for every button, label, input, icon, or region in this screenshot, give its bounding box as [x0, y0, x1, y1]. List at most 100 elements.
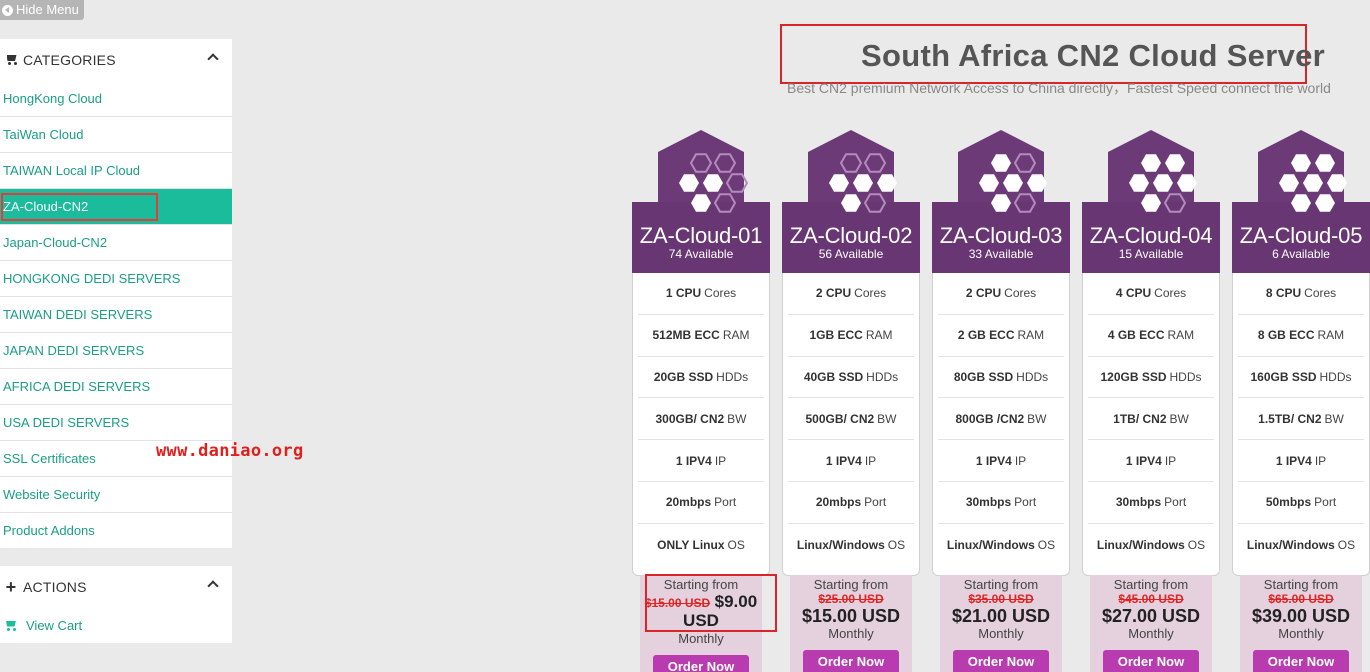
feature-unit: Port: [1314, 495, 1337, 510]
order-now-button[interactable]: Order Now: [1253, 650, 1349, 672]
feature-value: 1TB/ CN2: [1113, 411, 1167, 426]
plan-name: ZA-Cloud-02: [789, 223, 913, 248]
feature-value: Linux/Windows: [1096, 537, 1185, 552]
feature-unit: HDDs: [1319, 369, 1352, 384]
plan-card: ZA-Cloud-05 6 Available 8 CPU Cores 8 GB ECC…: [1232, 130, 1370, 576]
sidebar-item-taiwan-local-ip-cloud[interactable]: TAIWAN Local IP Cloud: [0, 152, 232, 188]
feature-row: 1 CPU Cores: [638, 273, 764, 315]
current-price: $21.00 USD: [951, 606, 1051, 626]
order-now-button[interactable]: Order Now: [1103, 650, 1199, 672]
feature-value: 1 IPV4: [975, 453, 1012, 468]
actions-header[interactable]: + ACTIONS: [0, 566, 232, 607]
feature-value: 2 CPU: [815, 286, 852, 301]
plan-header: ZA-Cloud-02 56 Available: [782, 130, 920, 273]
feature-row: 30mbps Port: [1088, 482, 1214, 524]
feature-value: 1 IPV4: [1275, 453, 1312, 468]
actions-panel: + ACTIONS View Cart: [0, 566, 232, 643]
plan-availability: 15 Available: [1118, 247, 1184, 261]
sidebar-item-za-cloud-cn2[interactable]: ZA-Cloud-CN2: [0, 188, 232, 224]
feature-unit: Cores: [704, 286, 737, 301]
hide-menu-button[interactable]: Hide Menu: [0, 0, 84, 20]
sidebar-item-hongkong-dedi[interactable]: HONGKONG DEDI SERVERS: [0, 260, 232, 296]
sidebar-item-product-addons[interactable]: Product Addons: [0, 512, 232, 548]
price-currency: USD: [683, 611, 719, 630]
feature-unit: IP: [1014, 453, 1027, 468]
chevron-up-icon[interactable]: [207, 53, 219, 65]
sidebar-item-label: ZA-Cloud-CN2: [3, 199, 89, 214]
order-now-button[interactable]: Order Now: [953, 650, 1049, 672]
feature-value: 2 CPU: [965, 286, 1002, 301]
feature-unit: Cores: [1004, 286, 1037, 301]
feature-unit: Cores: [1304, 286, 1337, 301]
sidebar-item-website-security[interactable]: Website Security: [0, 476, 232, 512]
sidebar-item-japan-dedi[interactable]: JAPAN DEDI SERVERS: [0, 332, 232, 368]
plan-availability: 56 Available: [818, 247, 884, 261]
chevron-up-icon[interactable]: [207, 580, 219, 592]
feature-row: 8 CPU Cores: [1238, 273, 1364, 315]
price-block: Starting from $65.00 USD $39.00 USD Monthly…: [1240, 575, 1362, 672]
feature-value: 500GB/ CN2: [805, 411, 875, 426]
feature-value: 40GB SSD: [803, 369, 864, 384]
feature-unit: OS: [1037, 537, 1056, 552]
starting-from-label: Starting from: [1113, 577, 1189, 592]
feature-unit: IP: [864, 453, 877, 468]
plan-name: ZA-Cloud-03: [939, 223, 1063, 248]
plan-card: ZA-Cloud-04 15 Available 4 CPU Cores 4 GB EC…: [1082, 130, 1220, 576]
plan-name: ZA-Cloud-05: [1239, 223, 1363, 248]
plan-name: ZA-Cloud-01: [639, 223, 763, 248]
feature-row: 8 GB ECC RAM: [1238, 315, 1364, 357]
feature-unit: BW: [877, 411, 897, 426]
feature-unit: Cores: [1154, 286, 1187, 301]
sidebar-item-usa-dedi[interactable]: USA DEDI SERVERS: [0, 404, 232, 440]
sidebar-item-africa-dedi[interactable]: AFRICA DEDI SERVERS: [0, 368, 232, 404]
starting-from-label: Starting from: [963, 577, 1039, 592]
feature-value: 4 GB ECC: [1107, 328, 1165, 343]
view-cart-link[interactable]: View Cart: [0, 607, 232, 643]
feature-row: 1 IPV4 IP: [788, 440, 914, 482]
feature-row: 1 IPV4 IP: [1088, 440, 1214, 482]
plan-name: ZA-Cloud-04: [1089, 223, 1213, 248]
feature-unit: HDDs: [866, 369, 899, 384]
feature-unit: RAM: [1317, 328, 1345, 343]
feature-row: 160GB SSD HDDs: [1238, 357, 1364, 399]
feature-unit: Port: [1014, 495, 1037, 510]
feature-row: 50mbps Port: [1238, 482, 1364, 524]
plan-features: 2 CPU Cores 1GB ECC RAM 40GB SSD HDDs 500GB/ C…: [782, 273, 920, 576]
feature-unit: IP: [1314, 453, 1327, 468]
feature-value: 512MB ECC: [652, 328, 720, 343]
feature-unit: Port: [714, 495, 737, 510]
sidebar-item-taiwan-dedi[interactable]: TAIWAN DEDI SERVERS: [0, 296, 232, 332]
feature-unit: RAM: [865, 328, 893, 343]
sidebar-item-japan-cloud-cn2[interactable]: Japan-Cloud-CN2: [0, 224, 232, 260]
feature-value: 1GB ECC: [809, 328, 863, 343]
current-price: $39.00 USD: [1251, 606, 1351, 626]
billing-period: Monthly: [678, 631, 724, 646]
feature-row: 30mbps Port: [938, 482, 1064, 524]
feature-row: 300GB/ CN2 BW: [638, 398, 764, 441]
feature-row: 40GB SSD HDDs: [788, 357, 914, 399]
feature-unit: Port: [1164, 495, 1187, 510]
feature-value: 160GB SSD: [1250, 369, 1317, 384]
old-price: $15.00 USD: [644, 596, 711, 610]
feature-unit: HDDs: [1016, 369, 1049, 384]
starting-from-label: Starting from: [813, 577, 889, 592]
feature-value: 2 GB ECC: [957, 328, 1015, 343]
hide-menu-label: Hide Menu: [16, 2, 79, 17]
plan-header: ZA-Cloud-01 74 Available: [632, 130, 770, 273]
sidebar-item-taiwan-cloud[interactable]: TaiWan Cloud: [0, 116, 232, 152]
feature-value: 1 IPV4: [825, 453, 862, 468]
feature-unit: OS: [887, 537, 906, 552]
feature-unit: RAM: [1017, 328, 1045, 343]
view-cart-label: View Cart: [26, 617, 83, 633]
order-now-button[interactable]: Order Now: [803, 650, 899, 672]
feature-row: 2 GB ECC RAM: [938, 315, 1064, 357]
feature-value: 30mbps: [1115, 495, 1162, 510]
order-now-button[interactable]: Order Now: [653, 655, 749, 672]
categories-header[interactable]: CATEGORIES: [0, 39, 232, 80]
feature-value: 20mbps: [815, 495, 862, 510]
feature-value: 8 GB ECC: [1257, 328, 1315, 343]
old-price: $25.00 USD: [818, 592, 884, 606]
sidebar-item-hongkong-cloud[interactable]: HongKong Cloud: [0, 80, 232, 116]
plan-features: 2 CPU Cores 2 GB ECC RAM 80GB SSD HDDs 800GB /…: [932, 273, 1070, 576]
billing-period: Monthly: [978, 626, 1024, 641]
